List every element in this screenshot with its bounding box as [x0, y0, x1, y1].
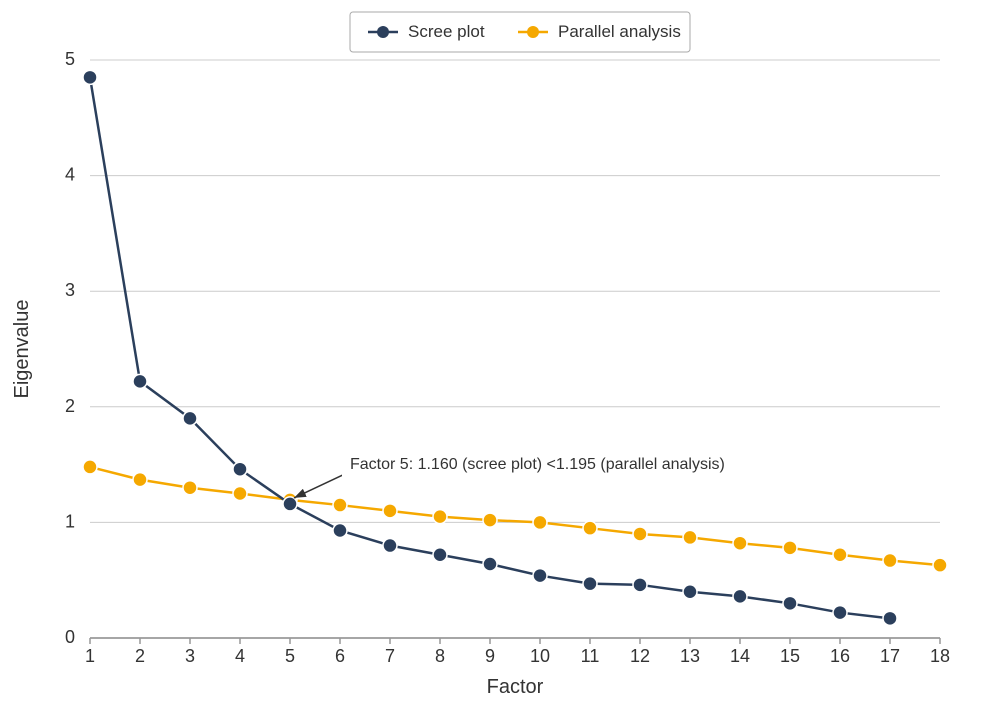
- svg-text:15: 15: [780, 646, 800, 666]
- svg-text:Factor: Factor: [487, 676, 544, 698]
- svg-text:1: 1: [85, 646, 95, 666]
- svg-text:17: 17: [880, 646, 900, 666]
- svg-text:11: 11: [581, 646, 600, 666]
- svg-text:12: 12: [630, 646, 650, 666]
- svg-text:Scree plot: Scree plot: [408, 22, 485, 41]
- svg-text:4: 4: [235, 646, 245, 666]
- svg-text:3: 3: [65, 280, 75, 300]
- svg-text:6: 6: [335, 646, 345, 666]
- svg-text:10: 10: [530, 646, 550, 666]
- svg-text:Factor 5: 1.160 (scree plot) <: Factor 5: 1.160 (scree plot) <1.195 (par…: [350, 456, 725, 473]
- chart-container: 012345Eigenvalue123456789101112131415161…: [0, 0, 1000, 708]
- svg-text:1: 1: [65, 511, 75, 531]
- svg-text:13: 13: [680, 646, 700, 666]
- svg-text:18: 18: [930, 646, 950, 666]
- svg-text:Eigenvalue: Eigenvalue: [11, 300, 33, 399]
- chart-svg: 012345Eigenvalue123456789101112131415161…: [0, 0, 1000, 708]
- svg-text:2: 2: [65, 396, 75, 416]
- svg-text:5: 5: [285, 646, 295, 666]
- svg-text:9: 9: [485, 646, 495, 666]
- svg-text:5: 5: [65, 49, 75, 69]
- svg-text:8: 8: [435, 646, 445, 666]
- svg-text:Parallel analysis: Parallel analysis: [558, 22, 681, 41]
- svg-text:4: 4: [65, 165, 75, 185]
- svg-text:16: 16: [830, 646, 850, 666]
- svg-text:7: 7: [385, 646, 395, 666]
- svg-text:2: 2: [135, 646, 145, 666]
- svg-text:0: 0: [65, 627, 75, 647]
- svg-text:3: 3: [185, 646, 195, 666]
- svg-text:14: 14: [730, 646, 750, 666]
